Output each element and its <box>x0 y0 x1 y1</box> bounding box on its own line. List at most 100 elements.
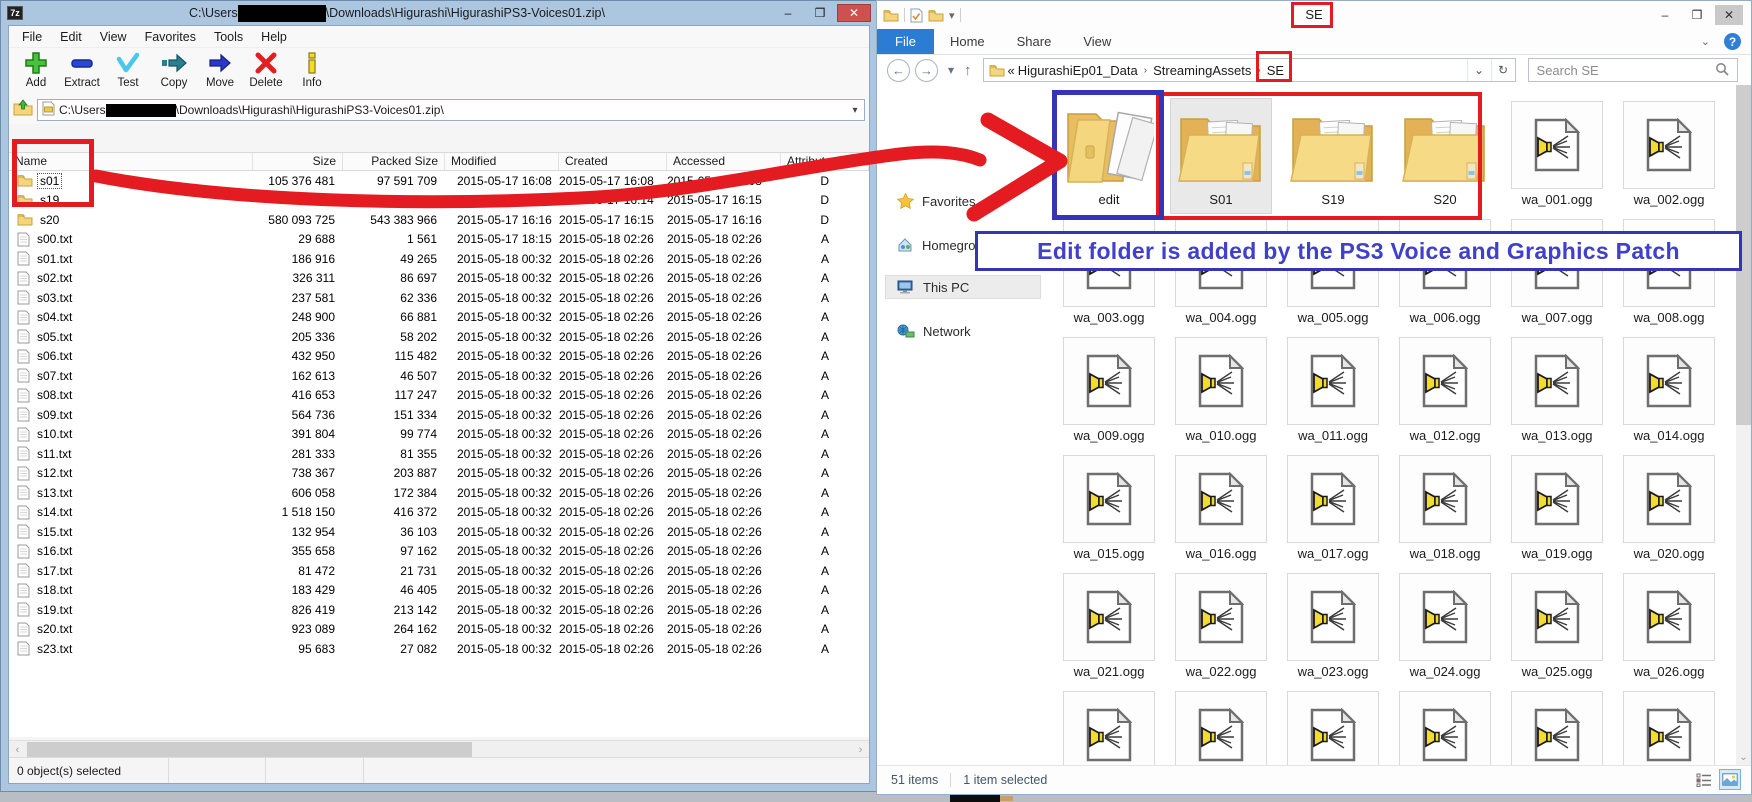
table-row[interactable]: s00.txt29 6881 5612015-05-17 18:152015-0… <box>9 230 869 250</box>
table-row[interactable]: s20.txt923 089264 1622015-05-18 00:32201… <box>9 620 869 640</box>
grid-item-wa_020.ogg[interactable]: wa_020.ogg <box>1619 453 1719 567</box>
column-header-name[interactable]: Name <box>9 153 253 170</box>
grid-item-wa_008.ogg[interactable]: wa_008.ogg <box>1619 217 1719 331</box>
grid-item-wa_004.ogg[interactable]: wa_004.ogg <box>1171 217 1271 331</box>
table-row[interactable]: s07.txt162 61346 5072015-05-18 00:322015… <box>9 366 869 386</box>
maximize-button[interactable]: ❒ <box>805 4 835 22</box>
table-row[interactable]: s05.txt205 33658 2022015-05-18 00:322015… <box>9 327 869 347</box>
menu-item-favorites[interactable]: Favorites <box>136 28 205 46</box>
address-dropdown-icon[interactable]: ⌄ <box>1467 59 1491 81</box>
grid-item-wa_017.ogg[interactable]: wa_017.ogg <box>1283 453 1383 567</box>
table-row[interactable]: s20580 093 725543 383 9662015-05-17 16:1… <box>9 210 869 230</box>
grid-item-wa_002.ogg[interactable]: wa_002.ogg <box>1619 99 1719 213</box>
column-header-size[interactable]: Size <box>253 153 343 170</box>
table-row[interactable]: s08.txt416 653117 2472015-05-18 00:32201… <box>9 386 869 406</box>
tab-view[interactable]: View <box>1067 29 1127 54</box>
table-row[interactable]: s10.txt391 80499 7742015-05-18 00:322015… <box>9 425 869 445</box>
up-folder-icon[interactable] <box>13 99 33 122</box>
forward-button[interactable]: → <box>915 59 938 82</box>
breadcrumb-segment[interactable]: StreamingAssets <box>1153 63 1251 78</box>
menu-item-tools[interactable]: Tools <box>205 28 252 46</box>
scroll-right-icon[interactable]: › <box>852 741 869 758</box>
table-row[interactable]: s06.txt432 950115 4822015-05-18 00:32201… <box>9 347 869 367</box>
up-button[interactable]: ↑ <box>964 62 972 79</box>
grid-item-wa_019.ogg[interactable]: wa_019.ogg <box>1507 453 1607 567</box>
large-icons-view-button[interactable] <box>1719 769 1741 790</box>
column-header-modified[interactable]: Modified <box>445 153 559 170</box>
table-row[interactable]: s23.txt95 68327 0822015-05-18 00:322015-… <box>9 639 869 659</box>
grid-item[interactable] <box>1507 689 1607 765</box>
table-row[interactable]: s18.txt183 42946 4052015-05-18 00:322015… <box>9 581 869 601</box>
column-header-attributes[interactable]: Attributes <box>781 153 869 170</box>
grid-item-wa_011.ogg[interactable]: wa_011.ogg <box>1283 335 1383 449</box>
breadcrumb-separator-icon[interactable]: › <box>1141 65 1150 76</box>
column-header-accessed[interactable]: Accessed <box>667 153 781 170</box>
table-row[interactable]: s01.txt186 91649 2652015-05-18 00:322015… <box>9 249 869 269</box>
table-row[interactable]: s192015-05-17 16:152015-05-17 16:142015-… <box>9 191 869 211</box>
breadcrumb-segment[interactable]: SE <box>1267 63 1284 78</box>
scrollbar-thumb[interactable] <box>27 742 472 757</box>
table-row[interactable]: s03.txt237 58162 3362015-05-18 00:322015… <box>9 288 869 308</box>
sevenzip-titlebar[interactable]: 7z C:\Users\Downloads\Higurashi\Higurash… <box>1 1 877 25</box>
minimize-button[interactable]: – <box>773 4 803 22</box>
table-row[interactable]: s12.txt738 367203 8872015-05-18 00:32201… <box>9 464 869 484</box>
back-button[interactable]: ← <box>887 59 910 82</box>
grid-item-wa_015.ogg[interactable]: wa_015.ogg <box>1059 453 1159 567</box>
grid-item-S19[interactable]: S19 <box>1283 99 1383 213</box>
ribbon-collapse-icon[interactable]: ⌄ <box>1701 35 1710 48</box>
extract-button[interactable]: Extract <box>59 48 105 89</box>
move-button[interactable]: Move <box>197 48 243 89</box>
scroll-left-icon[interactable]: ‹ <box>9 741 26 758</box>
grid-item-wa_009.ogg[interactable]: wa_009.ogg <box>1059 335 1159 449</box>
grid-item-wa_001.ogg[interactable]: wa_001.ogg <box>1507 99 1607 213</box>
grid-item[interactable] <box>1395 689 1495 765</box>
vertical-scrollbar[interactable]: ⌄ <box>1736 85 1751 765</box>
column-header-created[interactable]: Created <box>559 153 667 170</box>
table-row[interactable]: s16.txt355 65897 1622015-05-18 00:322015… <box>9 542 869 562</box>
help-icon[interactable]: ? <box>1724 33 1741 50</box>
scroll-down-icon[interactable]: ⌄ <box>1736 750 1751 765</box>
search-input[interactable]: Search SE <box>1528 58 1738 82</box>
grid-item-edit[interactable]: edit <box>1059 99 1159 213</box>
grid-item-wa_005.ogg[interactable]: wa_005.ogg <box>1283 217 1383 331</box>
table-row[interactable]: s11.txt281 33381 3552015-05-18 00:322015… <box>9 444 869 464</box>
scrollbar-thumb[interactable] <box>1736 85 1751 425</box>
breadcrumb-separator-icon[interactable]: › <box>1254 65 1263 76</box>
test-button[interactable]: Test <box>105 48 151 89</box>
tab-home[interactable]: Home <box>934 29 1001 54</box>
close-button[interactable]: ✕ <box>837 4 871 22</box>
table-row[interactable]: s19.txt826 419213 1422015-05-18 00:32201… <box>9 600 869 620</box>
maximize-button[interactable]: ❒ <box>1683 5 1711 25</box>
table-row[interactable]: s17.txt81 47221 7312015-05-18 00:322015-… <box>9 561 869 581</box>
breadcrumb-segment[interactable]: HigurashiEp01_Data <box>1018 63 1138 78</box>
copy-button[interactable]: Copy <box>151 48 197 89</box>
chevron-down-icon[interactable]: ▾ <box>846 105 864 116</box>
table-row[interactable]: s04.txt248 90066 8812015-05-18 00:322015… <box>9 308 869 328</box>
breadcrumb-overflow-icon[interactable]: « <box>1008 63 1015 78</box>
minimize-button[interactable]: – <box>1651 5 1679 25</box>
address-bar[interactable]: «HigurashiEp01_Data›StreamingAssets›SE ⌄… <box>983 58 1516 82</box>
grid-item-wa_014.ogg[interactable]: wa_014.ogg <box>1619 335 1719 449</box>
table-row[interactable]: s15.txt132 95436 1032015-05-18 00:322015… <box>9 522 869 542</box>
grid-item-wa_012.ogg[interactable]: wa_012.ogg <box>1395 335 1495 449</box>
grid-item-wa_003.ogg[interactable]: wa_003.ogg <box>1059 217 1159 331</box>
tab-file[interactable]: File <box>877 29 934 54</box>
grid-item-wa_010.ogg[interactable]: wa_010.ogg <box>1171 335 1271 449</box>
grid-item-S01[interactable]: S01 <box>1171 99 1271 213</box>
grid-item-S20[interactable]: S20 <box>1395 99 1495 213</box>
history-dropdown-icon[interactable]: ▾ <box>948 63 954 77</box>
grid-item-wa_013.ogg[interactable]: wa_013.ogg <box>1507 335 1607 449</box>
table-row[interactable]: s14.txt1 518 150416 3722015-05-18 00:322… <box>9 503 869 523</box>
grid-item-wa_016.ogg[interactable]: wa_016.ogg <box>1171 453 1271 567</box>
grid-item-wa_023.ogg[interactable]: wa_023.ogg <box>1283 571 1383 685</box>
grid-item-wa_007.ogg[interactable]: wa_007.ogg <box>1507 217 1607 331</box>
details-view-button[interactable] <box>1693 769 1715 790</box>
grid-item-wa_021.ogg[interactable]: wa_021.ogg <box>1059 571 1159 685</box>
menu-item-help[interactable]: Help <box>252 28 296 46</box>
menu-item-view[interactable]: View <box>91 28 136 46</box>
info-button[interactable]: Info <box>289 48 335 89</box>
grid-item-wa_022.ogg[interactable]: wa_022.ogg <box>1171 571 1271 685</box>
grid-item-wa_025.ogg[interactable]: wa_025.ogg <box>1507 571 1607 685</box>
grid-item-wa_018.ogg[interactable]: wa_018.ogg <box>1395 453 1495 567</box>
close-button[interactable]: ✕ <box>1715 5 1743 25</box>
